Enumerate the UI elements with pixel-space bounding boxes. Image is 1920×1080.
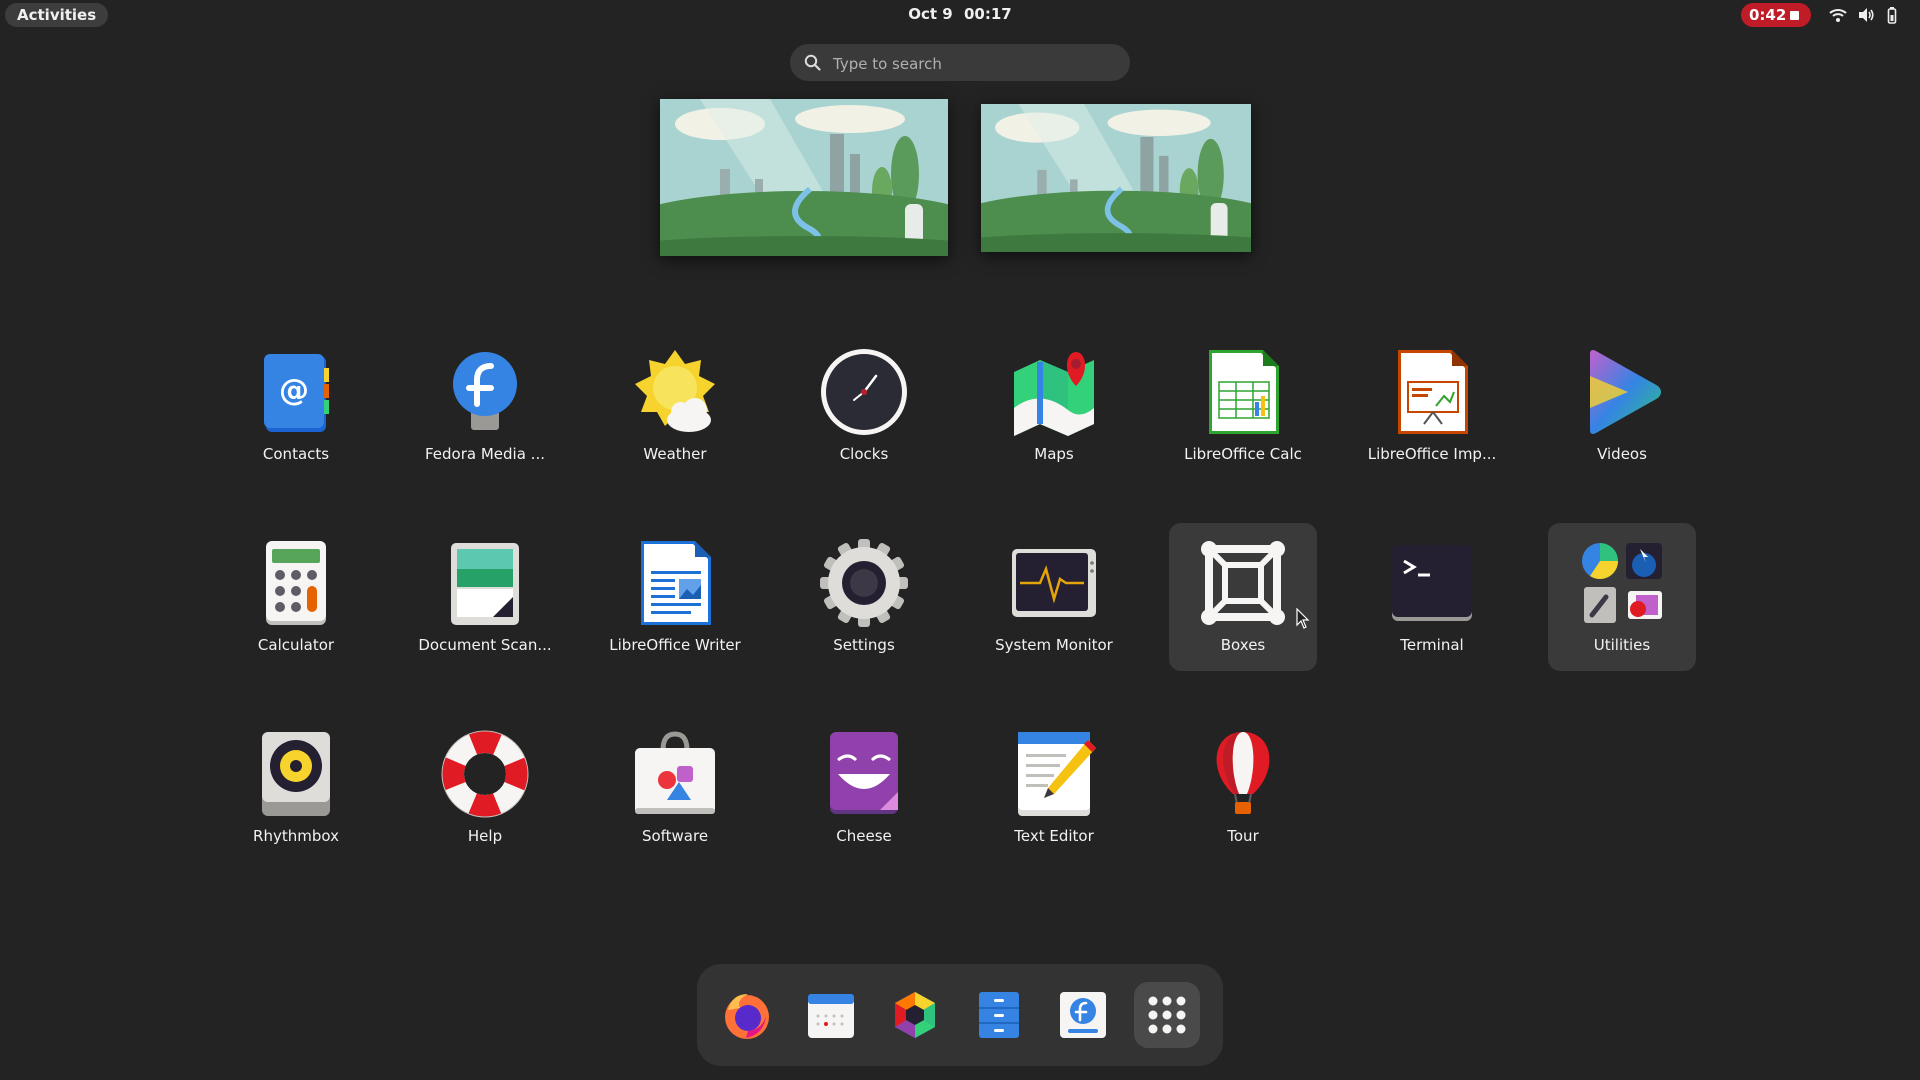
app-settings[interactable]: Settings — [790, 523, 938, 671]
tour-balloon-icon — [1216, 732, 1270, 814]
app-document-scanner[interactable]: Document Scan... — [411, 523, 559, 671]
app-label: Tour — [1227, 827, 1259, 845]
search-icon — [804, 54, 821, 71]
app-help[interactable]: Help — [411, 714, 559, 862]
cheese-icon — [830, 732, 898, 814]
app-maps[interactable]: Maps — [980, 332, 1128, 480]
files-icon — [979, 992, 1019, 1038]
workspace-thumbnail-2[interactable] — [981, 104, 1251, 252]
date-time-button[interactable]: Oct 9 00:17 — [0, 5, 1920, 23]
app-text-editor[interactable]: Text Editor — [980, 714, 1128, 862]
libreoffice-calc-icon — [1209, 350, 1279, 434]
app-rhythmbox[interactable]: Rhythmbox — [222, 714, 370, 862]
fedora-media-writer-icon — [1060, 992, 1106, 1038]
software-icon — [635, 731, 715, 814]
libreoffice-writer-icon — [641, 541, 711, 625]
top-bar: Activities Oct 9 00:17 0:42 — [0, 0, 1920, 31]
libreoffice-impress-icon — [1398, 350, 1468, 434]
dock-show-apps[interactable] — [1134, 982, 1200, 1048]
dock-files[interactable] — [966, 982, 1032, 1048]
fedora-media-writer-icon — [453, 352, 517, 430]
videos-icon — [1590, 350, 1661, 434]
calculator-icon — [266, 541, 326, 625]
screen-recording-indicator[interactable]: 0:42 — [1741, 3, 1811, 27]
maps-icon — [1014, 352, 1094, 436]
text-editor-icon — [1018, 732, 1096, 816]
volume-icon[interactable] — [1857, 6, 1875, 24]
app-libreoffice-impress[interactable]: LibreOffice Imp... — [1358, 332, 1506, 480]
help-lifebuoy-icon — [441, 730, 529, 818]
weather-icon — [635, 350, 715, 432]
mouse-pointer-icon — [1296, 608, 1310, 629]
app-label: Text Editor — [1014, 827, 1094, 845]
recording-time: 0:42 — [1749, 6, 1787, 24]
gear-icon — [820, 539, 908, 627]
rhythmbox-icon — [262, 732, 330, 816]
folder-utilities[interactable]: Utilities — [1548, 523, 1696, 671]
svg-text:@: @ — [279, 373, 309, 408]
terminal-icon — [1392, 545, 1472, 621]
clock-icon — [821, 349, 907, 435]
app-label: Fedora Media ... — [425, 445, 545, 463]
app-libreoffice-calc[interactable]: LibreOffice Calc — [1169, 332, 1317, 480]
app-label: Calculator — [257, 636, 335, 654]
wallpaper-preview — [981, 104, 1251, 252]
app-label: LibreOffice Imp... — [1367, 445, 1497, 463]
stop-icon — [1790, 11, 1799, 20]
app-clocks[interactable]: Clocks — [790, 332, 938, 480]
app-label: Document Scan... — [418, 636, 552, 654]
calendar-icon — [808, 994, 854, 1038]
app-label: Software — [641, 827, 709, 845]
app-label: LibreOffice Calc — [1184, 445, 1302, 463]
time-label: 00:17 — [963, 5, 1012, 23]
app-label: Cheese — [836, 827, 892, 845]
app-libreoffice-writer[interactable]: LibreOffice Writer — [601, 523, 749, 671]
system-monitor-icon — [1012, 549, 1096, 617]
photos-icon — [895, 992, 935, 1038]
dock-fedora-media-writer[interactable] — [1050, 982, 1116, 1048]
app-label: Contacts — [262, 445, 330, 463]
app-label: Videos — [1597, 445, 1647, 463]
dock-firefox[interactable] — [714, 982, 780, 1048]
dock — [697, 964, 1223, 1066]
app-contacts[interactable]: @ Contacts — [222, 332, 370, 480]
app-label: LibreOffice Writer — [609, 636, 741, 654]
app-fedora-media-writer[interactable]: Fedora Media ... — [411, 332, 559, 480]
app-terminal[interactable]: Terminal — [1358, 523, 1506, 671]
app-label: Maps — [1034, 445, 1074, 463]
workspace-thumbnail-1[interactable] — [660, 99, 948, 256]
app-label: Weather — [643, 445, 707, 463]
app-label: Help — [467, 827, 503, 845]
wallpaper-preview — [660, 99, 948, 256]
app-cheese[interactable]: Cheese — [790, 714, 938, 862]
dock-photos[interactable] — [882, 982, 948, 1048]
app-weather[interactable]: Weather — [601, 332, 749, 480]
app-label: Clocks — [839, 445, 889, 463]
app-tour[interactable]: Tour — [1169, 714, 1317, 862]
search-bar[interactable] — [790, 44, 1130, 83]
app-label: Rhythmbox — [253, 827, 339, 845]
date-label: Oct 9 — [908, 5, 953, 23]
app-calculator[interactable]: Calculator — [222, 523, 370, 671]
utilities-folder-icon — [1582, 543, 1662, 623]
contacts-icon: @ — [264, 354, 329, 432]
app-label: Settings — [833, 636, 895, 654]
app-label: Terminal — [1400, 636, 1464, 654]
wifi-icon[interactable] — [1829, 6, 1847, 24]
app-videos[interactable]: Videos — [1548, 332, 1696, 480]
app-label: Utilities — [1593, 636, 1651, 654]
app-label: System Monitor — [995, 636, 1113, 654]
app-software[interactable]: Software — [601, 714, 749, 862]
document-scanner-icon — [451, 543, 519, 625]
app-grid-icon — [1148, 996, 1186, 1034]
firefox-icon — [725, 994, 769, 1039]
app-system-monitor[interactable]: System Monitor — [980, 523, 1128, 671]
app-label: Boxes — [1220, 636, 1266, 654]
boxes-icon — [1201, 541, 1285, 625]
dock-calendar[interactable] — [798, 982, 864, 1048]
search-input[interactable] — [831, 44, 1115, 83]
app-boxes[interactable]: Boxes — [1169, 523, 1317, 671]
battery-icon[interactable] — [1885, 6, 1903, 24]
